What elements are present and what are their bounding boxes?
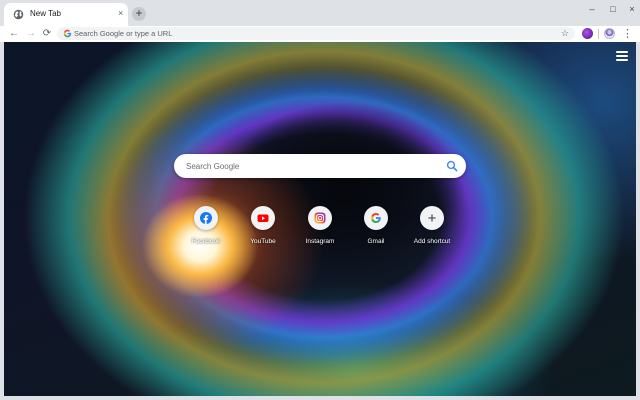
new-tab-page: Facebook YouTube	[4, 42, 636, 396]
omnibox[interactable]: ☆	[57, 27, 575, 40]
tab-close-icon[interactable]: ×	[118, 8, 123, 19]
reload-icon[interactable]: ⟳	[41, 27, 53, 41]
profile-avatar[interactable]	[604, 28, 615, 39]
new-tab-button[interactable]: +	[132, 7, 146, 21]
browser-menu-icon[interactable]: ⋮	[622, 26, 633, 42]
shortcut-facebook[interactable]: Facebook	[174, 206, 238, 252]
shortcut-label: Instagram	[305, 238, 335, 245]
hamburger-menu-icon[interactable]	[616, 51, 628, 61]
browser-toolbar: ← → ⟳ ☆	[0, 26, 640, 42]
shortcut-label: YouTube	[250, 238, 276, 245]
shortcut-tile[interactable]	[251, 206, 275, 230]
search-input[interactable]	[186, 154, 436, 178]
globe-icon	[13, 9, 24, 20]
plus-icon	[428, 214, 436, 222]
forward-icon[interactable]: →	[25, 27, 37, 41]
tab-new-tab[interactable]: New Tab ×	[4, 3, 128, 26]
back-icon[interactable]: ←	[8, 27, 20, 41]
omnibox-input[interactable]	[74, 27, 534, 40]
maximize-icon[interactable]: □	[607, 4, 619, 14]
shortcut-tile[interactable]	[364, 206, 388, 230]
google-search-box[interactable]	[174, 154, 466, 178]
shortcut-tile[interactable]	[194, 206, 218, 230]
tab-title: New Tab	[30, 9, 61, 18]
shortcut-gmail[interactable]: Gmail	[344, 206, 408, 252]
minimize-icon[interactable]: –	[586, 4, 598, 14]
bookmark-star-icon[interactable]: ☆	[561, 27, 569, 40]
tab-strip: New Tab × + – □ ×	[0, 0, 640, 26]
extension-icon[interactable]	[582, 28, 593, 39]
shortcut-instagram[interactable]: Instagram	[288, 206, 352, 252]
google-g-icon	[371, 213, 381, 223]
google-g-icon	[63, 29, 72, 38]
youtube-icon	[257, 214, 269, 222]
add-shortcut-tile[interactable]	[420, 206, 444, 230]
shortcut-label: Gmail	[367, 238, 385, 245]
instagram-icon	[314, 212, 326, 224]
toolbar-divider	[598, 29, 599, 39]
shortcut-label: Facebook	[191, 238, 221, 245]
window-close-icon[interactable]: ×	[626, 4, 638, 14]
shortcut-label: Add shortcut	[413, 238, 451, 245]
search-icon[interactable]	[446, 160, 458, 172]
shortcut-youtube[interactable]: YouTube	[231, 206, 295, 252]
shortcut-tile[interactable]	[308, 206, 332, 230]
shortcut-add[interactable]: Add shortcut	[400, 206, 464, 252]
facebook-icon	[200, 212, 212, 224]
